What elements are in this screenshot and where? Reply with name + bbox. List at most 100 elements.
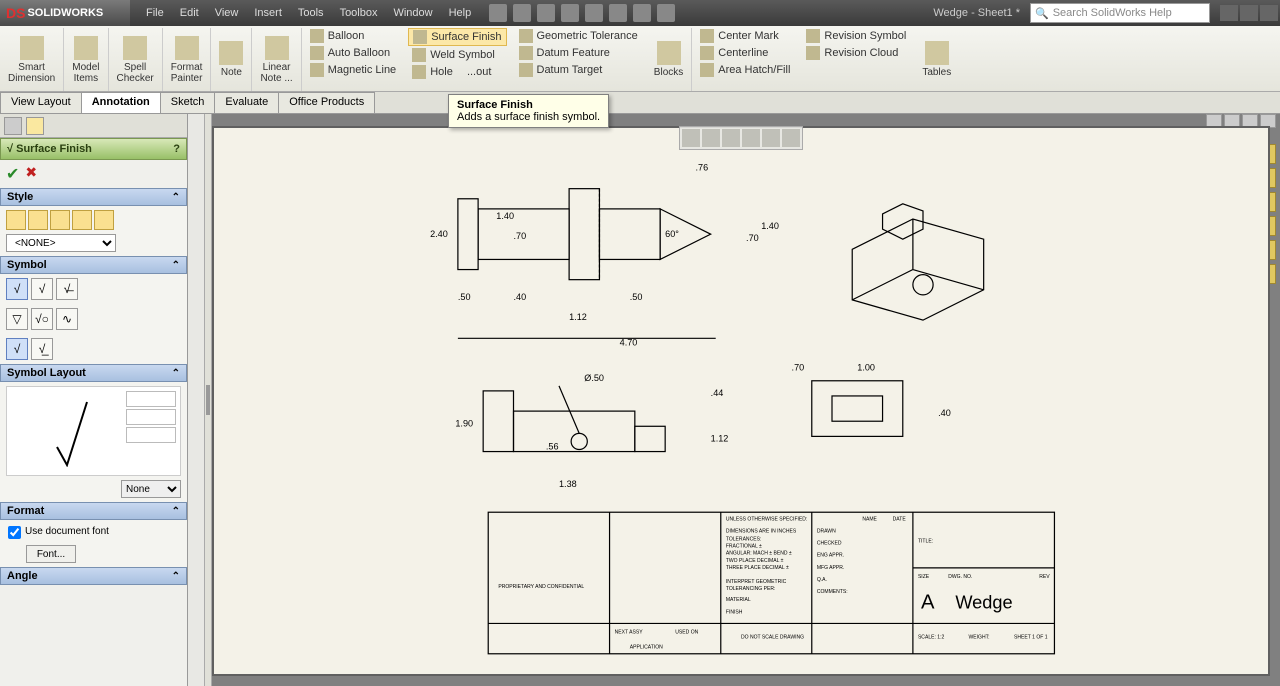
smart-dimension-button[interactable]: Smart Dimension [0,28,64,91]
help-icon[interactable]: ? [173,143,180,155]
select-icon[interactable] [609,4,627,22]
style-select[interactable]: <NONE> [6,234,116,252]
style-fav4-icon[interactable] [72,210,92,230]
style-section-header[interactable]: Style⌃ [0,188,187,206]
new-icon[interactable] [489,4,507,22]
center-mark-button[interactable]: Center Mark [696,28,794,44]
zoom-area-icon[interactable] [702,129,720,147]
revision-symbol-button[interactable]: Revision Symbol [802,28,910,44]
drawing-sheet[interactable]: .76 2.40 1.40 .70 60° 1.40 .70 .50 .40 .… [212,126,1270,676]
menu-window[interactable]: Window [385,3,440,23]
symbol-local[interactable]: ▽ [6,308,28,330]
menu-edit[interactable]: Edit [172,3,207,23]
undo-icon[interactable] [585,4,603,22]
ok-button[interactable]: ✔ [6,164,19,184]
menu-file[interactable]: File [138,3,172,23]
hide-show-icon[interactable] [782,129,800,147]
panel-splitter[interactable] [204,114,212,686]
feature-tree-tab[interactable] [4,117,22,135]
area-hatch-button[interactable]: Area Hatch/Fill [696,62,794,78]
use-doc-font-checkbox[interactable]: Use document font [6,524,181,541]
datum-feature-button[interactable]: Datum Feature [515,45,642,61]
format-section-header[interactable]: Format⌃ [0,502,187,520]
layout-field-a[interactable] [126,391,176,407]
layout-field-c[interactable] [126,427,176,443]
menu-insert[interactable]: Insert [246,3,290,23]
blocks-button[interactable]: Blocks [646,28,692,91]
spell-checker-button[interactable]: Spell Checker [109,28,163,91]
zoom-fit-icon[interactable] [682,129,700,147]
geometric-tolerance-button[interactable]: Geometric Tolerance [515,28,642,44]
surface-finish-button[interactable]: Surface Finish [408,28,506,46]
lay-direction-select[interactable]: None [121,480,181,498]
svg-text:1.00: 1.00 [857,363,875,373]
hole-callout-button[interactable]: Hole ...out [408,64,506,80]
tab-annotation[interactable]: Annotation [81,92,161,113]
symbol-layout-section-header[interactable]: Symbol Layout⌃ [0,364,187,382]
symbol-machining-req[interactable]: √ [31,278,53,300]
save-icon[interactable] [537,4,555,22]
svg-text:UNLESS OTHERWISE SPECIFIED:: UNLESS OTHERWISE SPECIFIED: [726,516,808,522]
panel-scrollbar[interactable] [188,114,204,686]
auto-balloon-button[interactable]: Auto Balloon [306,45,401,61]
options-icon[interactable] [657,4,675,22]
magnetic-line-button[interactable]: Magnetic Line [306,62,401,78]
datum-target-button[interactable]: Datum Target [515,62,642,78]
svg-text:.44: .44 [711,388,724,398]
weld-symbol-button[interactable]: Weld Symbol [408,47,506,63]
font-button[interactable]: Font... [26,545,76,563]
tab-sketch[interactable]: Sketch [160,92,216,113]
revision-cloud-button[interactable]: Revision Cloud [802,45,910,61]
note-button[interactable]: Note [211,28,252,91]
menu-view[interactable]: View [207,3,247,23]
open-icon[interactable] [513,4,531,22]
format-painter-button[interactable]: Format Painter [163,28,212,91]
tables-button[interactable]: Tables [914,28,959,91]
symbol-basic[interactable]: √ [6,278,28,300]
style-fav5-icon[interactable] [94,210,114,230]
help-search[interactable]: 🔍 Search SolidWorks Help [1030,3,1210,23]
centerline-button[interactable]: Centerline [696,45,794,61]
svg-text:1.40: 1.40 [761,221,779,231]
style-fav1-icon[interactable] [6,210,26,230]
model-items-button[interactable]: Model Items [64,28,108,91]
print-icon[interactable] [561,4,579,22]
svg-text:TOLERANCING PER:: TOLERANCING PER: [726,586,776,592]
rev-cloud-icon [806,46,820,60]
maximize-button[interactable] [1240,5,1258,21]
balloon-button[interactable]: Balloon [306,28,401,44]
style-fav2-icon[interactable] [28,210,48,230]
property-manager-tab[interactable] [26,117,44,135]
cancel-button[interactable]: ✖ [25,164,37,184]
menu-toolbox[interactable]: Toolbox [332,3,386,23]
symbol-allaround[interactable]: √○ [31,308,53,330]
rebuild-icon[interactable] [633,4,651,22]
tab-office-products[interactable]: Office Products [278,92,375,113]
menu-bar: File Edit View Insert Tools Toolbox Wind… [138,3,479,23]
svg-text:.50: .50 [630,292,643,302]
menu-tools[interactable]: Tools [290,3,332,23]
style-fav3-icon[interactable] [50,210,70,230]
symbol-machining-prohib[interactable]: √̶ [56,278,78,300]
svg-text:APPLICATION: APPLICATION [630,645,663,651]
symbol-jis[interactable]: ∿ [56,308,78,330]
angle-section-header[interactable]: Angle⌃ [0,567,187,585]
prev-view-icon[interactable] [722,129,740,147]
symbol-opt1[interactable]: √ [6,338,28,360]
layout-field-b[interactable] [126,409,176,425]
minimize-button[interactable] [1220,5,1238,21]
menu-help[interactable]: Help [441,3,480,23]
graphics-area[interactable]: ✔ ✖ [212,114,1280,686]
symbol-section-header[interactable]: Symbol⌃ [0,256,187,274]
tab-evaluate[interactable]: Evaluate [214,92,279,113]
close-button[interactable] [1260,5,1278,21]
svg-text:MATERIAL: MATERIAL [726,597,751,603]
section-view-icon[interactable] [742,129,760,147]
tab-view-layout[interactable]: View Layout [0,92,82,113]
tooltip-title: Surface Finish [457,99,600,111]
symbol-opt2[interactable]: √̲ [31,338,53,360]
linear-note-button[interactable]: Linear Note ... [252,28,301,91]
svg-text:TOLERANCES:: TOLERANCES: [726,537,762,543]
display-style-icon[interactable] [762,129,780,147]
heads-up-view-toolbar [679,126,803,150]
